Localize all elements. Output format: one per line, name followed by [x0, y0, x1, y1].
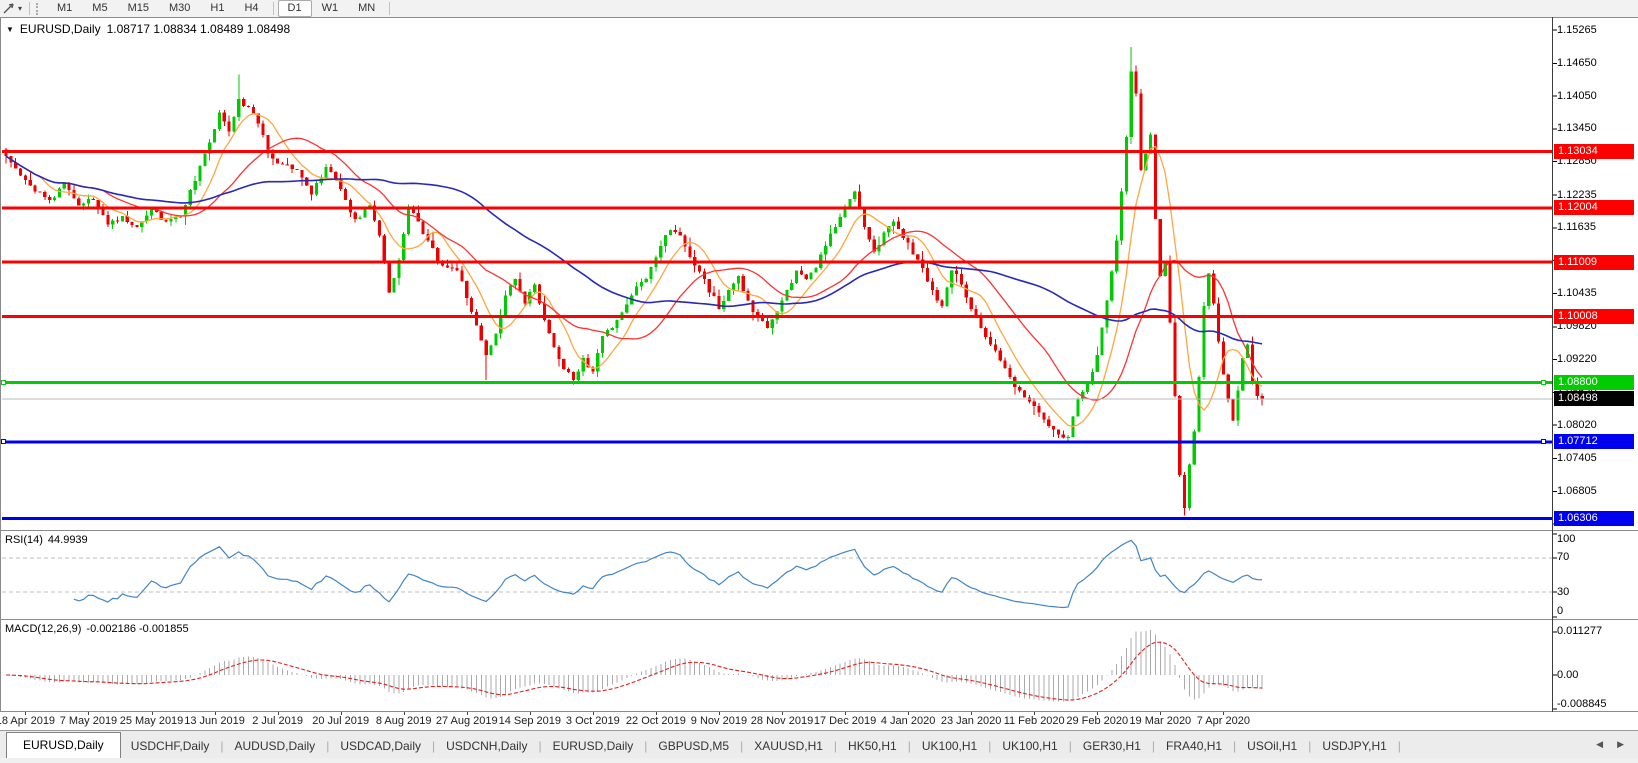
line-anchor-handle[interactable]	[1, 380, 6, 385]
tab-scroll-right-icon[interactable]: ▶	[1617, 739, 1624, 750]
rsi-current-value: 44.9939	[47, 534, 88, 546]
date-label: 2 Jul 2019	[252, 715, 303, 727]
date-label: 9 Nov 2019	[690, 715, 748, 727]
macd-level-label: 0.011277	[1557, 625, 1603, 638]
date-label: 8 Aug 2019	[375, 715, 432, 727]
timeframe-button-m5[interactable]: M5	[82, 0, 117, 17]
date-label: 19 Mar 2020	[1129, 715, 1192, 727]
price-chart-canvas[interactable]	[0, 17, 1638, 712]
rsi-level-label: 0	[1557, 605, 1564, 617]
tab-usdcnh-daily-4[interactable]: USDCNH,Daily	[436, 734, 537, 759]
price-tick-label: 1.06805	[1557, 484, 1597, 497]
hline-price-flag[interactable]: 1.07712	[1554, 434, 1634, 450]
line-anchor-handle[interactable]	[1541, 439, 1546, 445]
tab-usdjpy-h1-14[interactable]: USDJPY,H1	[1312, 734, 1396, 759]
tab-xauusd-h1-7[interactable]: XAUUSD,H1	[744, 734, 833, 759]
tab-eurusd-daily-0[interactable]: EURUSD,Daily	[6, 732, 121, 759]
date-label: 7 May 2019	[59, 715, 118, 727]
toolbar-separator	[389, 2, 391, 15]
chart-symbol-label: EURUSD,Daily	[19, 22, 101, 36]
date-label: 20 Jul 2019	[312, 715, 370, 727]
date-label: 13 Jun 2019	[184, 715, 245, 727]
trading-terminal-window: ▾ M1 M5 M15 M30 H1 H4 D1 W1 MN ▼ EURUSD,Daily 1.…	[0, 0, 1638, 763]
timeframe-button-m1[interactable]: M1	[47, 0, 82, 17]
timeframe-button-w1[interactable]: W1	[312, 0, 349, 17]
tab-usdcad-daily-3[interactable]: USDCAD,Daily	[330, 734, 431, 759]
line-anchor-handle[interactable]	[1541, 380, 1546, 385]
tool-dropdown-arrow-icon[interactable]: ▾	[18, 4, 22, 13]
timeframe-toolbar: ▾ M1 M5 M15 M30 H1 H4 D1 W1 MN	[0, 0, 1638, 18]
date-label: 3 Oct 2019	[565, 715, 620, 727]
chart-title: ▼ EURUSD,Daily 1.08717 1.08834 1.08489 1…	[6, 22, 290, 36]
price-tick-label: 1.08020	[1557, 418, 1597, 431]
date-axis[interactable]: 18 Apr 2019 7 May 2019 25 May 2019 13 Jun 2…	[0, 712, 1638, 730]
macd-indicator-label: MACD(12,26,9) -0.002186 -0.001855	[5, 623, 189, 635]
tab-scroll-left-icon[interactable]: ◀	[1596, 739, 1603, 750]
rsi-level-label: 30	[1557, 585, 1570, 598]
date-label: 4 Jan 2020	[880, 715, 936, 727]
tab-eurusd-daily-5[interactable]: EURUSD,Daily	[543, 734, 644, 759]
price-tick-label: 1.15265	[1557, 23, 1597, 36]
tab-fra40-h1-12[interactable]: FRA40,H1	[1156, 734, 1232, 759]
timeframe-button-d1[interactable]: D1	[277, 0, 312, 17]
date-label: 23 Jan 2020	[940, 715, 1002, 727]
tab-ger30-h1-11[interactable]: GER30,H1	[1073, 734, 1151, 759]
macd-level-label: -0.008845	[1557, 698, 1607, 710]
tab-uk100-h1-10[interactable]: UK100,H1	[992, 734, 1067, 759]
hline-price-flag[interactable]: 1.11009	[1554, 254, 1634, 270]
date-label: 7 Apr 2020	[1196, 715, 1250, 727]
timeframe-button-h4[interactable]: H4	[234, 0, 268, 17]
date-label: 11 Feb 2020	[1003, 715, 1065, 727]
date-label: 27 Aug 2019	[435, 715, 498, 727]
chart-dropdown-arrow-icon[interactable]: ▼	[6, 25, 14, 34]
timeframe-button-mn[interactable]: MN	[348, 0, 385, 17]
line-anchor-handle[interactable]	[1, 439, 6, 445]
tab-usoil-h1-13[interactable]: USOil,H1	[1237, 734, 1307, 759]
date-label: 18 Apr 2019	[0, 715, 56, 727]
rsi-level-label: 70	[1557, 551, 1570, 564]
hline-price-flag[interactable]: 1.12004	[1554, 200, 1634, 216]
chart-ohlc-values: 1.08717 1.08834 1.08489 1.08498	[106, 22, 291, 36]
date-label: 22 Oct 2019	[625, 715, 686, 727]
crosshair-tool-icon[interactable]	[2, 2, 16, 15]
macd-level-label: 0.00	[1557, 668, 1579, 681]
current-price-flag: 1.08498	[1554, 391, 1634, 407]
price-tick-label: 1.14650	[1557, 57, 1597, 70]
hline-price-flag[interactable]: 1.06306	[1554, 510, 1634, 526]
tab-hk50-h1-8[interactable]: HK50,H1	[838, 734, 907, 759]
price-tick-label: 1.11635	[1557, 221, 1596, 234]
date-label: 17 Dec 2019	[813, 715, 877, 727]
timeframe-button-h1[interactable]: H1	[200, 0, 234, 17]
macd-current-values: -0.002186 -0.001855	[86, 623, 189, 635]
tab-gbpusd-m5-6[interactable]: GBPUSD,M5	[648, 734, 739, 759]
tab-usdchf-daily-1[interactable]: USDCHF,Daily	[121, 734, 220, 759]
price-tick-label: 1.10435	[1557, 286, 1597, 299]
price-tick-label: 1.07405	[1557, 452, 1597, 465]
price-tick-label: 1.13450	[1557, 122, 1597, 135]
toolbar-separator	[29, 2, 31, 15]
timeframe-button-m30[interactable]: M30	[159, 0, 200, 17]
status-strip	[0, 758, 1638, 763]
date-label: 28 Nov 2019	[750, 715, 814, 727]
rsi-indicator-label: RSI(14) 44.9939	[5, 534, 88, 546]
hline-price-flag[interactable]: 1.08800	[1554, 375, 1634, 390]
price-tick-label: 1.14050	[1557, 89, 1597, 102]
hline-price-flag[interactable]: 1.13034	[1554, 144, 1634, 160]
macd-name: MACD(12,26,9)	[5, 623, 82, 635]
chart-tab-bar: EURUSD,Daily USDCHF,Daily | AUDUSD,Daily | US…	[0, 730, 1638, 759]
tab-uk100-h1-9[interactable]: UK100,H1	[912, 734, 987, 759]
toolbar-separator	[272, 2, 274, 15]
chart-window: ▼ EURUSD,Daily 1.08717 1.08834 1.08489 1…	[0, 17, 1638, 712]
price-tick-label: 1.09220	[1557, 353, 1597, 366]
tab-separator: |	[1397, 739, 1401, 753]
hline-price-flag[interactable]: 1.10008	[1554, 309, 1634, 325]
tab-audusd-daily-2[interactable]: AUDUSD,Daily	[225, 734, 326, 759]
timeframe-button-m15[interactable]: M15	[118, 0, 159, 17]
date-label: 25 May 2019	[119, 715, 184, 727]
toolbar-grip-handle[interactable]	[36, 2, 42, 15]
rsi-name: RSI(14)	[5, 534, 43, 546]
date-label: 29 Feb 2020	[1066, 715, 1129, 727]
rsi-level-label: 100	[1557, 533, 1576, 545]
date-label: 14 Sep 2019	[498, 715, 561, 727]
